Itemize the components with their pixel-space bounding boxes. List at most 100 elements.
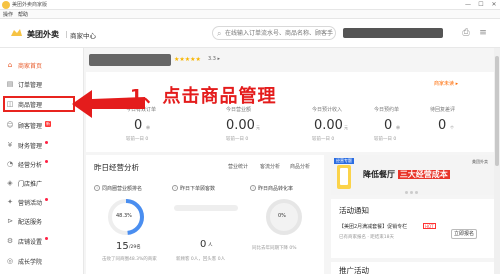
stat-unit: 个 [450, 125, 454, 130]
sidebar-item-label: 营销活动 [18, 200, 43, 207]
academy-icon: ◎ [6, 257, 14, 265]
sidebar-item-settings[interactable]: ⚙ 店铺设置 [0, 233, 84, 250]
sidebar-item-label: 财务管理 [18, 143, 43, 150]
stat-unit: 单 [396, 125, 400, 130]
order-icon: ▤ [6, 80, 14, 88]
banner-tag: 经营专题 [334, 158, 354, 164]
sidebar-item-marketing[interactable]: ✦ 营销活动 [0, 194, 84, 211]
stat-value: 0.00 [226, 118, 255, 133]
stat-unit: 元 [344, 125, 348, 130]
stat-value: 0.00 [314, 118, 343, 133]
hot-badge: HOT [423, 223, 436, 229]
rating-score[interactable]: 3.3 ▸ [208, 56, 220, 62]
sidebar-item-label: 门店推广 [18, 181, 43, 188]
rating-stars: ★★★★★ [174, 56, 201, 63]
activity-notice-panel: 活动通知 【美团2月满减套餐】促销专栏 HOT 已有商家报名 · 距结束18天 … [331, 199, 494, 258]
maximize-button[interactable]: ☐ [475, 0, 487, 10]
search-input[interactable] [225, 29, 333, 38]
sidebar-item-academy[interactable]: ◎ 成长学院 [0, 253, 84, 270]
stat-value: 0 [384, 118, 393, 133]
tab-goods-analysis[interactable]: 商品分析 [290, 163, 310, 170]
menu-help[interactable]: 帮助 [18, 11, 28, 18]
enroll-button[interactable]: 立即报名 [451, 229, 477, 239]
banner-brand: 美团外卖 [472, 159, 488, 164]
stat-label: 待回复差评 [430, 107, 456, 113]
close-button[interactable]: ✕ [488, 0, 500, 10]
goods-highlight-box [3, 96, 75, 112]
settings-icon: ⚙ [6, 237, 14, 245]
stat-compare: 较前一日 0 [126, 137, 149, 142]
brand-subtitle: 商家中心 [70, 32, 96, 40]
sidebar-item-home[interactable]: ⌂ 商家首页 [0, 57, 84, 74]
header-divider [66, 31, 67, 38]
brand-name: 美团外卖 [27, 30, 59, 39]
rank-card: i 同商圈营业额排名 48.3% 15 /29名 击败了同商圈48.3%的商家 [92, 183, 164, 271]
customer-count: 0 [200, 239, 207, 250]
info-icon: i [250, 185, 256, 191]
stat-unit: 单 [146, 125, 150, 130]
redacted-store-name [89, 54, 171, 66]
unread-link[interactable]: 商家未读 ▸ [434, 80, 458, 87]
feature-banner[interactable]: 经营专题 美团外卖 降低餐厅 三大经营成本 [331, 155, 494, 195]
info-icon: i [172, 185, 178, 191]
top-header: 美团外卖 商家中心 ⌕ ⎙ ≡ [0, 19, 500, 48]
notification-dot [45, 141, 48, 144]
card-title: 昨日商品转化率 [258, 186, 294, 192]
customer-card: i 昨日下单顾客数 0 人 新顾客 0人，回头客 0人 [170, 183, 242, 271]
delivery-icon: ⊳ [7, 217, 13, 225]
carousel-dots[interactable] [405, 189, 420, 196]
section-title: 推广活动 [339, 266, 369, 274]
menu-icon[interactable]: ≡ [478, 28, 488, 38]
tab-business-stats[interactable]: 营业统计 [228, 163, 248, 170]
card-title: 同商圈营业额排名 [102, 186, 143, 192]
sidebar-item-label: 店铺设置 [18, 239, 43, 246]
promo-panel: 推广活动 [331, 262, 494, 274]
conversion-caption: 同比去年同期下降 0% [252, 246, 297, 251]
app-icon [2, 1, 10, 9]
rank-value: 15 [116, 241, 129, 252]
new-badge: 新 [45, 121, 51, 127]
analysis-icon: ◔ [6, 160, 14, 168]
rank-percent: 48.3% [116, 213, 132, 219]
page-scrollbar[interactable] [494, 48, 500, 274]
window-title-bar: 美团外卖商家版 — ☐ ✕ [0, 0, 500, 10]
annotation-text: 1、点击商品管理 [130, 86, 277, 107]
banner-headline: 降低餐厅 三大经营成本 [363, 169, 450, 180]
sidebar-item-delivery[interactable]: ⊳ 配送服务 [0, 213, 84, 230]
home-icon: ⌂ [7, 61, 13, 69]
sidebar-item-label: 经营分析 [18, 162, 43, 169]
sidebar-item-label: 顾客管理 [18, 123, 43, 130]
stat-compare: 较前一日 0 [312, 137, 335, 142]
section-title: 活动通知 [339, 206, 369, 215]
stat-value: 0 [438, 118, 447, 133]
stat-compare: 较前一日 0 [374, 137, 397, 142]
activity-item-title[interactable]: 【美团2月满减套餐】促销专栏 [339, 223, 407, 230]
marketing-icon: ✦ [7, 198, 13, 206]
section-title: 昨日经营分析 [94, 163, 139, 172]
customer-icon: ☺ [6, 121, 14, 129]
card-title: 昨日下单顾客数 [180, 186, 216, 192]
sidebar-item-label: 配送服务 [18, 219, 43, 226]
tab-traffic[interactable]: 客流分析 [260, 163, 280, 170]
minimize-button[interactable]: — [462, 0, 474, 10]
sidebar-item-label: 商家首页 [18, 63, 43, 70]
sidebar-item-label: 成长学院 [18, 259, 43, 266]
sidebar-item-analysis[interactable]: ◔ 经营分析 [0, 156, 84, 173]
info-icon: i [94, 185, 100, 191]
sidebar-item-finance[interactable]: ¥ 财务管理 [0, 137, 84, 154]
customer-bar [174, 205, 238, 211]
yesterday-analysis-panel: 昨日经营分析 营业统计 客流分析 商品分析 i 同商圈营业额排名 48.3% 1… [86, 155, 324, 274]
redacted-account-info [343, 28, 443, 38]
conversion-percent: 0% [278, 213, 286, 219]
phone-illustration-icon [337, 165, 351, 189]
search-box[interactable]: ⌕ [212, 26, 336, 40]
print-icon[interactable]: ⎙ [461, 28, 471, 38]
stat-compare: 较前一日 0 [226, 137, 249, 142]
sidebar-item-promote[interactable]: ◈ 门店推广 [0, 175, 84, 192]
menu-operate[interactable]: 操作 [3, 11, 13, 18]
stat-label: 今日预约单 [374, 107, 400, 113]
rank-total: /29名 [129, 245, 141, 250]
notification-dot [45, 198, 48, 201]
scrollbar-thumb[interactable] [495, 56, 499, 166]
activity-item-subtitle: 已有商家报名 · 距结束18天 [339, 235, 395, 240]
